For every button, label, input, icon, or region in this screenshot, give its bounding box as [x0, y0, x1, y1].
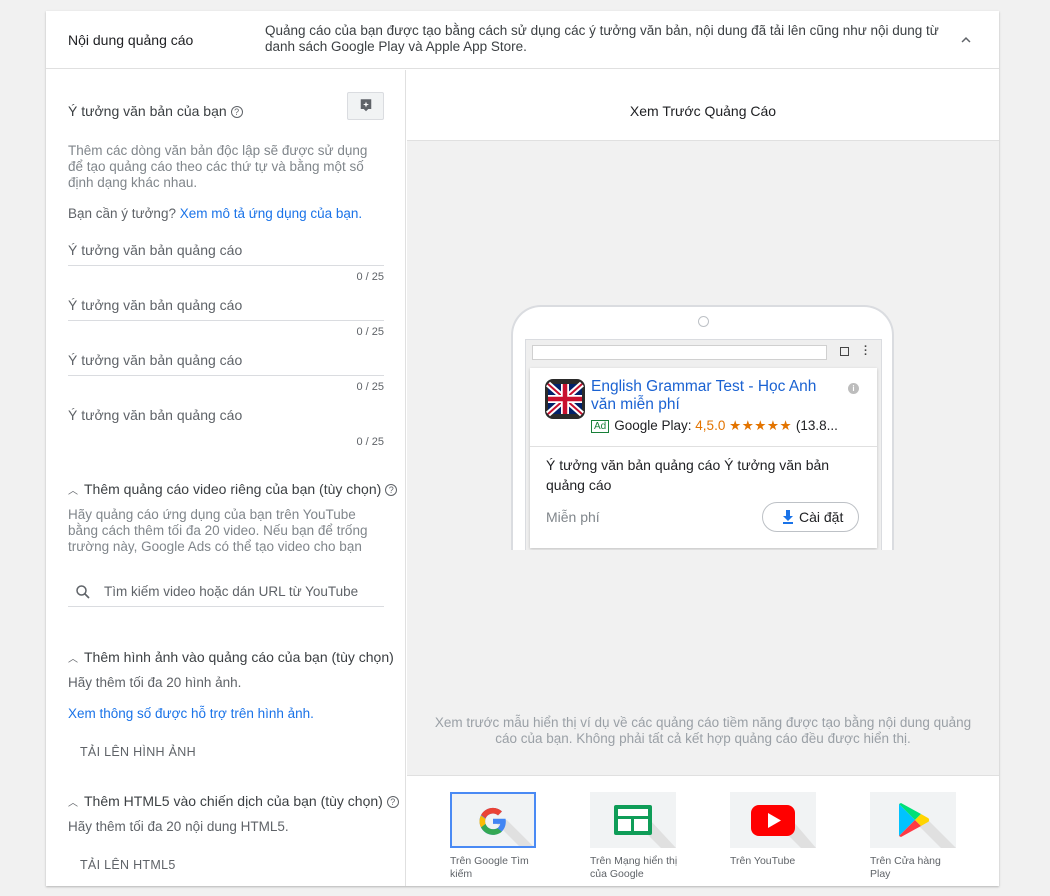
- divider: [530, 446, 877, 447]
- install-button[interactable]: Cài đặt: [762, 502, 859, 532]
- preview-header: Xem Trước Quảng Cáo: [407, 70, 999, 141]
- chevron-up-icon: ︿: [68, 798, 78, 809]
- search-placeholder: Tìm kiếm video hoặc dán URL từ YouTube: [104, 584, 359, 599]
- char-counter: 0 / 25: [356, 381, 384, 393]
- more-vert-icon: · · ·: [864, 341, 868, 361]
- help-icon[interactable]: ?: [386, 796, 399, 808]
- rating-stars: ★★★★★: [729, 418, 793, 433]
- video-search-input[interactable]: Tìm kiếm video hoặc dán URL từ YouTube: [68, 576, 384, 607]
- text-ideas-description: Thêm các dòng văn bản độc lập sẽ được sử…: [68, 143, 368, 190]
- assets-panel: Ý tưởng văn bản của bạn? Thêm các dòng v…: [46, 70, 406, 886]
- preview-note: Xem trước mẫu hiển thị ví dụ về các quản…: [434, 715, 972, 746]
- placement-label: Trên Google Tìm kiếm: [450, 855, 529, 880]
- char-counter: 0 / 25: [356, 326, 384, 338]
- download-icon: [783, 510, 793, 524]
- text-idea-input[interactable]: Ý tưởng văn bản quảng cáo: [68, 405, 384, 431]
- review-count: (13.8...: [795, 418, 838, 433]
- chevron-up-icon: ︿: [68, 486, 78, 497]
- search-icon: [76, 585, 90, 599]
- google-g-icon: [479, 807, 533, 846]
- upload-html5-button[interactable]: TẢI LÊN HTML5: [80, 858, 176, 872]
- video-description: Hãy quảng cáo ứng dụng của bạn trên YouT…: [68, 507, 368, 554]
- section-description: Quảng cáo của bạn được tạo bằng cách sử …: [265, 23, 939, 54]
- app-icon: [545, 379, 585, 419]
- char-counter: 0 / 25: [356, 436, 384, 448]
- ad-body-text: Ý tưởng văn bản quảng cáo Ý tưởng văn bả…: [546, 457, 830, 493]
- html5-section-toggle[interactable]: ︿ Thêm HTML5 vào chiến dịch của bạn (tùy …: [68, 793, 399, 809]
- upload-images-button[interactable]: TẢI LÊN HÌNH ẢNH: [80, 745, 196, 759]
- image-specs-link[interactable]: Xem thông số được hỗ trợ trên hình ảnh.: [68, 706, 386, 722]
- browser-url-bar: [532, 345, 827, 360]
- images-section-toggle[interactable]: ︿ Thêm hình ảnh vào quảng cáo của bạn (tù…: [68, 649, 394, 665]
- placement-play-store[interactable]: [870, 792, 956, 848]
- section-header[interactable]: Nội dung quảng cáo Quảng cáo của bạn đượ…: [46, 11, 999, 69]
- char-counter: 0 / 25: [356, 271, 384, 283]
- preview-title: Xem Trước Quảng Cáo: [629, 103, 777, 119]
- google-play-icon: [899, 803, 956, 848]
- need-ideas-line: Bạn cần ý tưởng? Xem mô tả ứng dụng của …: [68, 206, 363, 221]
- display-network-icon: [614, 805, 676, 848]
- placement-label: Trên Mạng hiển thị của Google: [590, 855, 678, 880]
- help-icon[interactable]: ?: [385, 484, 398, 496]
- placement-selector: Trên Google Tìm kiếm Trên Mạng hiển thị …: [407, 775, 999, 886]
- placement-label: Trên Cửa hàng Play: [870, 855, 941, 880]
- youtube-icon: [751, 805, 816, 848]
- placement-display-network[interactable]: [590, 792, 676, 848]
- ad-store-line: Ad Google Play: 4,5.0 ★★★★★ (13.8...: [591, 418, 853, 434]
- info-icon[interactable]: i: [848, 383, 859, 394]
- lightbulb-icon: [360, 99, 372, 112]
- rating-value: 4,5.0: [695, 418, 726, 433]
- preview-panel: Xem Trước Quảng Cáo · · · English Gramma…: [407, 70, 999, 886]
- video-section-toggle[interactable]: ︿ Thêm quảng cáo video riêng của bạn (tùy…: [68, 481, 398, 497]
- view-app-description-link[interactable]: Xem mô tả ứng dụng của bạn.: [180, 206, 362, 221]
- price-label: Miễn phí: [546, 509, 600, 525]
- chevron-up-icon[interactable]: [957, 31, 975, 49]
- images-description: Hãy thêm tối đa 20 hình ảnh.: [68, 675, 242, 690]
- ad-app-title[interactable]: English Grammar Test - Học Anh văn miễn …: [591, 378, 836, 414]
- text-idea-input[interactable]: Ý tưởng văn bản quảng cáo: [68, 350, 384, 376]
- text-ideas-heading: Ý tưởng văn bản của bạn?: [68, 103, 243, 119]
- idea-suggestion-button[interactable]: [347, 92, 384, 120]
- ad-preview-card: English Grammar Test - Học Anh văn miễn …: [530, 368, 877, 548]
- phone-mockup: · · · English Grammar Test - Học Anh văn m…: [511, 305, 894, 550]
- placement-label: Trên YouTube: [730, 855, 796, 867]
- chevron-up-icon: ︿: [68, 654, 78, 665]
- phone-screen: · · · English Grammar Test - Học Anh văn m…: [525, 339, 882, 550]
- html5-description: Hãy thêm tối đa 20 nội dung HTML5.: [68, 819, 289, 834]
- ad-badge: Ad: [591, 420, 610, 433]
- ad-content-card: Nội dung quảng cáo Quảng cáo của bạn đượ…: [46, 11, 999, 886]
- help-icon[interactable]: ?: [230, 106, 243, 118]
- section-title: Nội dung quảng cáo: [68, 32, 194, 48]
- text-idea-input[interactable]: Ý tưởng văn bản quảng cáo: [68, 240, 384, 266]
- tabs-icon: [840, 347, 849, 356]
- phone-speaker: [698, 316, 709, 327]
- placement-youtube[interactable]: [730, 792, 816, 848]
- placement-google-search[interactable]: [450, 792, 536, 848]
- text-idea-input[interactable]: Ý tưởng văn bản quảng cáo: [68, 295, 384, 321]
